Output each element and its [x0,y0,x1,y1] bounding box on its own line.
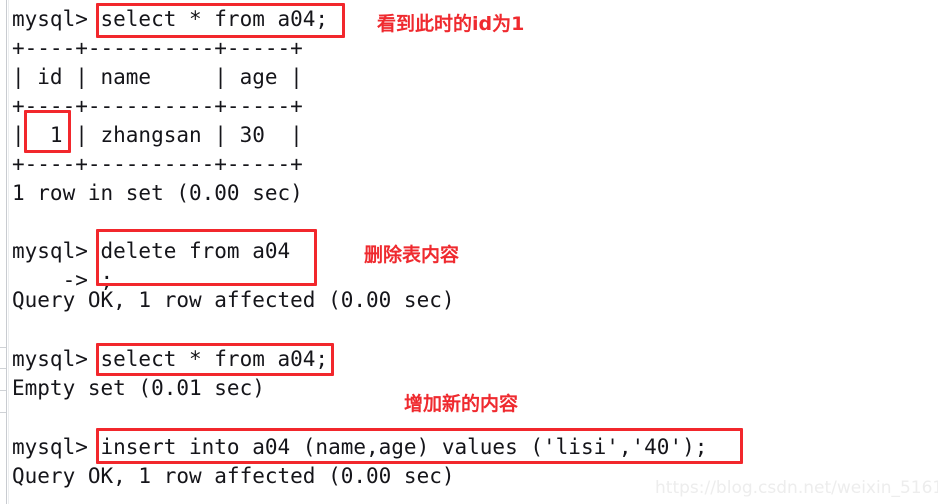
terminal-line: | 1 | zhangsan | 30 | [12,123,303,147]
terminal-line: | id | name | age | [12,65,303,89]
annotation-delete-table: 删除表内容 [364,244,460,266]
watermark: https://blog.csdn.net/weixin_51614581 [655,478,938,498]
left-gutter-rule-light [8,0,9,504]
terminal-line: mysql> select * from a04; [12,347,329,371]
left-gutter-rule [6,0,7,504]
annotation-add-content: 增加新的内容 [404,393,519,415]
terminal-line: Empty set (0.01 sec) [12,376,265,400]
terminal-line: +----+----------+-----+ [12,152,303,176]
gutter-tick [0,368,6,369]
terminal-line: +----+----------+-----+ [12,94,303,118]
gutter-tick [0,390,6,391]
gutter-tick [0,412,6,413]
terminal-line: 1 row in set (0.00 sec) [12,181,303,205]
gutter-tick [0,347,6,348]
terminal-line: mysql> select * from a04; [12,7,329,31]
terminal-line: Query OK, 1 row affected (0.00 sec) [12,464,455,488]
terminal-line: Query OK, 1 row affected (0.00 sec) [12,288,455,312]
terminal-screenshot: mysql> select * from a04; +----+---------… [0,0,938,504]
annotation-id-is-1: 看到此时的id为1 [377,13,525,35]
terminal-line: mysql> insert into a04 (name,age) values… [12,435,708,459]
terminal-line: +----+----------+-----+ [12,36,303,60]
terminal-line: mysql> delete from a04 [12,239,291,263]
